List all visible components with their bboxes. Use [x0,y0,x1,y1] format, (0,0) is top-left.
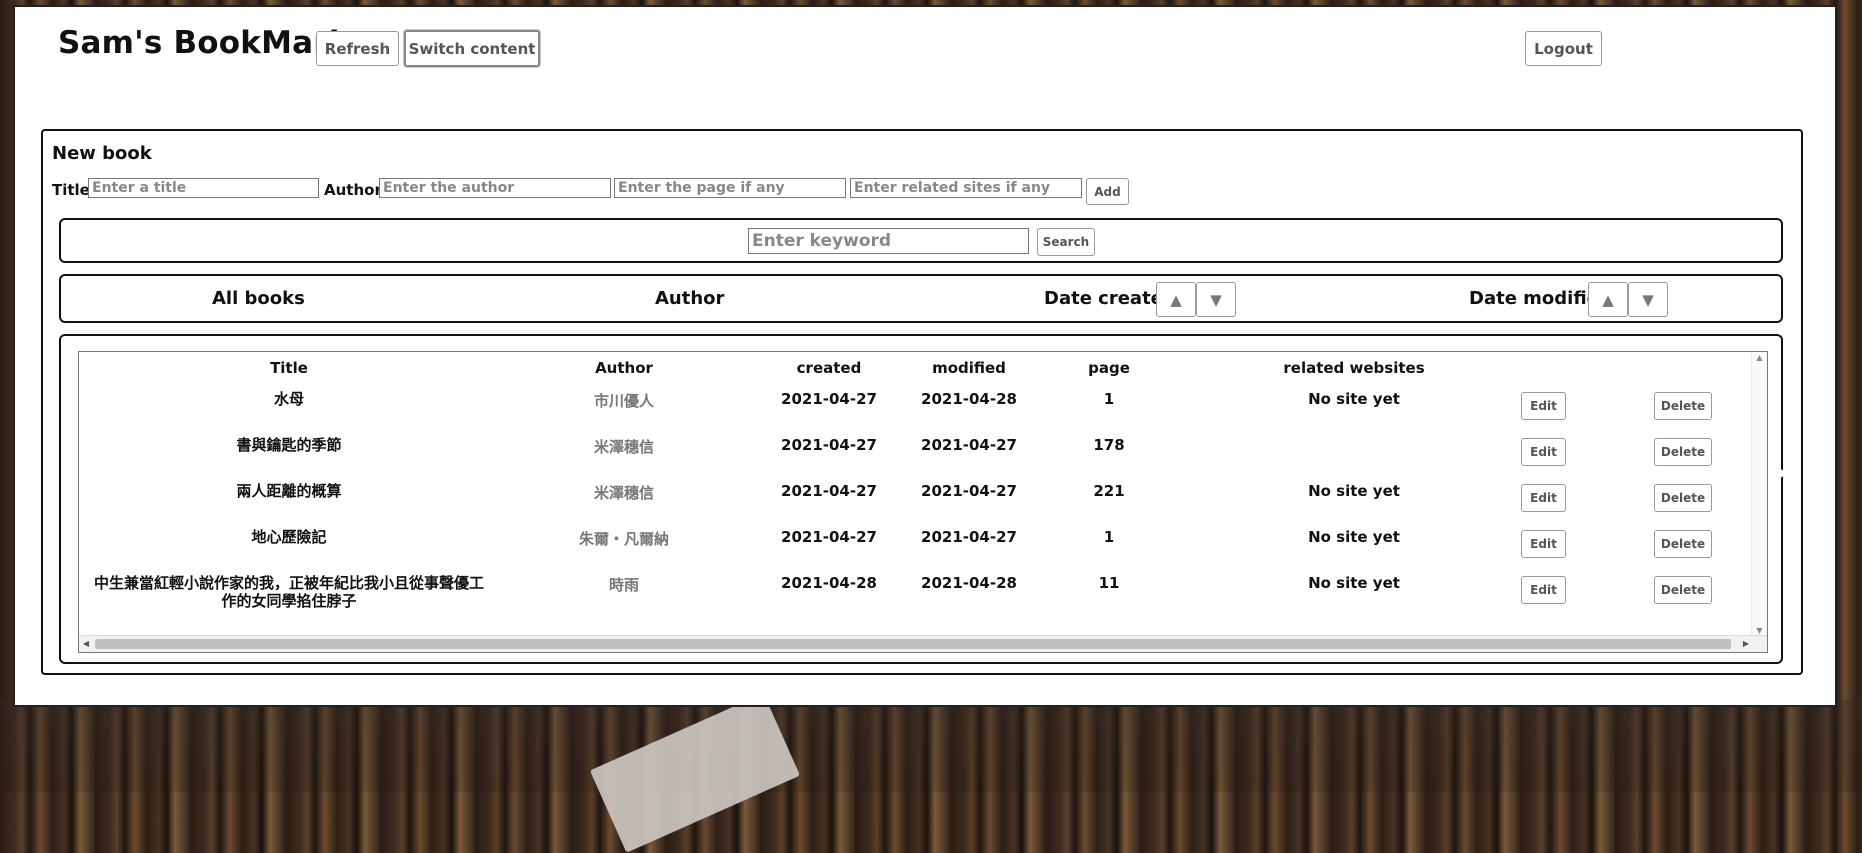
title-label: Title [52,181,90,199]
row-modified: 2021-04-28 [921,390,1017,408]
edit-button[interactable]: Edit [1521,392,1566,420]
delete-button[interactable]: Delete [1654,576,1712,604]
author-input[interactable] [379,178,611,198]
row-author: 市川優人 [593,392,654,410]
sort-all-books[interactable]: All books [212,288,305,309]
row-modified: 2021-04-27 [921,528,1017,546]
scroll-left-icon[interactable]: ◀ [79,636,93,652]
delete-button[interactable]: Delete [1654,484,1712,512]
background-shelf [0,700,1862,792]
row-page: 11 [1098,574,1120,592]
row-page: 221 [1093,482,1125,500]
column-header-title: Title [270,359,308,377]
row-related-sites: No site yet [1308,528,1400,546]
switch-content-button[interactable]: Switch content [404,30,540,67]
related-sites-input[interactable] [850,178,1082,198]
row-created: 2021-04-27 [781,390,877,408]
column-header-page: page [1088,359,1130,377]
bookmark-panel: New book Title Author Add Search All boo… [41,129,1803,675]
page-input[interactable] [614,178,846,198]
refresh-button[interactable]: Refresh [316,31,399,66]
edit-button[interactable]: Edit [1521,438,1566,466]
delete-button[interactable]: Delete [1654,438,1712,466]
author-label: Author [324,181,382,199]
column-header-modified: modified [932,359,1006,377]
row-related-sites: No site yet [1308,574,1400,592]
new-book-form: Title Author Add [52,178,1152,205]
app-window: Sam's BookMark Refresh Switch content Lo… [13,5,1837,707]
row-created: 2021-04-27 [781,482,877,500]
new-book-heading: New book [52,143,152,164]
scroll-right-icon[interactable]: ▶ [1739,636,1753,652]
row-author: 米澤穗信 [593,438,654,456]
created-ascending-icon[interactable]: ▲ [1156,282,1196,317]
row-modified: 2021-04-28 [921,574,1017,592]
search-bar: Search [59,218,1783,263]
sort-author[interactable]: Author [655,288,724,309]
logout-button[interactable]: Logout [1525,31,1602,66]
column-header-related-websites: related websites [1283,359,1425,377]
app-title: Sam's BookMark [58,25,350,61]
row-author: 米澤穗信 [593,484,654,502]
search-button[interactable]: Search [1037,228,1095,256]
book-table[interactable]: Title Author created modified page relat… [78,351,1768,653]
row-title: 中生兼當紅輕小說作家的我，正被年紀比我小且從事聲優工作的女同學掐住脖子 [93,574,484,610]
column-header-author: Author [595,359,653,377]
row-author: 朱爾・凡爾納 [578,530,669,548]
modified-ascending-icon[interactable]: ▲ [1588,282,1628,317]
row-page: 178 [1093,436,1125,454]
row-title: 兩人距離的概算 [236,482,342,500]
search-input[interactable] [748,228,1029,254]
sort-bar: All books Author Date created ▲ ▼ Date m… [59,274,1783,323]
column-header-created: created [796,359,862,377]
horizontal-scroll-thumb[interactable] [95,639,1731,649]
row-title: 地心歷險記 [251,528,327,546]
row-title: 書與鑰匙的季節 [236,436,342,454]
horizontal-scrollbar[interactable]: ◀ ▶ [79,635,1767,652]
row-related-sites: No site yet [1308,482,1400,500]
title-input[interactable] [88,178,319,198]
add-button[interactable]: Add [1086,178,1129,205]
edit-button[interactable]: Edit [1521,484,1566,512]
row-author: 時雨 [608,576,639,594]
delete-button[interactable]: Delete [1654,392,1712,420]
row-created: 2021-04-28 [781,574,877,592]
scroll-up-icon[interactable]: ▲ [1752,352,1767,364]
created-descending-icon[interactable]: ▼ [1196,282,1236,317]
vertical-scrollbar[interactable]: ▲ ▼ [1751,352,1767,637]
book-table-container: Title Author created modified page relat… [59,334,1783,664]
row-title: 水母 [273,390,304,408]
modified-descending-icon[interactable]: ▼ [1628,282,1668,317]
row-created: 2021-04-27 [781,436,877,454]
row-modified: 2021-04-27 [921,482,1017,500]
row-related-sites: No site yet [1308,390,1400,408]
row-modified: 2021-04-27 [921,436,1017,454]
row-created: 2021-04-27 [781,528,877,546]
edit-button[interactable]: Edit [1521,576,1566,604]
row-page: 1 [1103,528,1115,546]
delete-button[interactable]: Delete [1654,530,1712,558]
edit-button[interactable]: Edit [1521,530,1566,558]
row-page: 1 [1103,390,1115,408]
